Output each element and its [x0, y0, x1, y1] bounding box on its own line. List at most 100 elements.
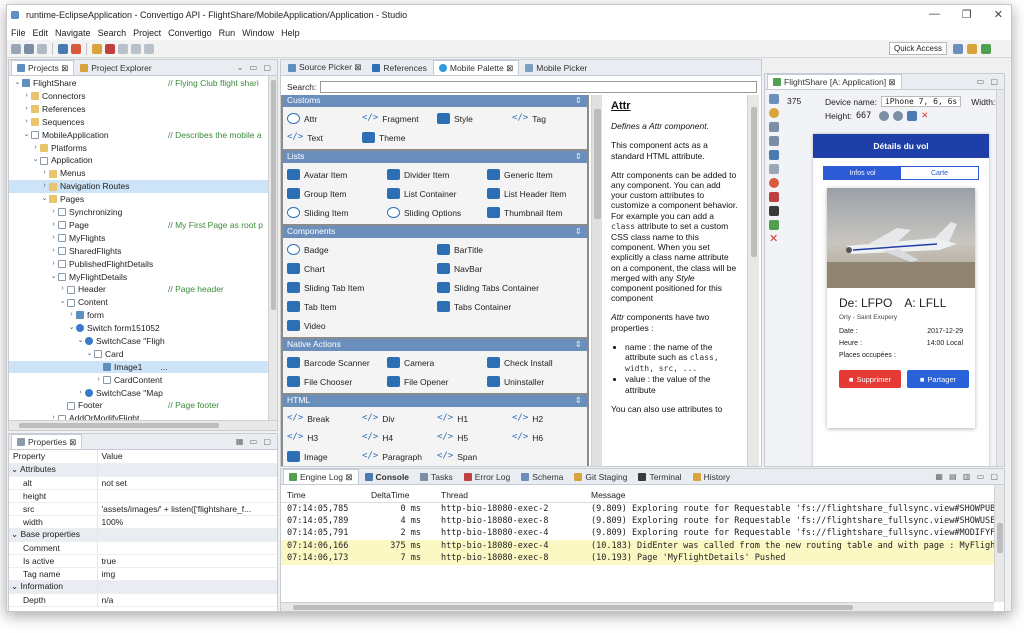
palette-section-header[interactable]: Lists ⇕ [283, 151, 587, 163]
menu-edit[interactable]: Edit [33, 28, 49, 38]
tab-projects[interactable]: Projects ⊠ [11, 60, 75, 75]
palette-item[interactable]: Sliding Tabs Container [437, 279, 583, 296]
menu-run[interactable]: Run [219, 28, 236, 38]
mobile-scrollbar[interactable] [996, 90, 1004, 466]
palette-item[interactable]: Sliding Item [287, 204, 383, 221]
save-icon[interactable] [24, 43, 34, 54]
tree-item[interactable]: › Synchronizing [9, 206, 277, 219]
palette-item[interactable]: </> Tag [512, 110, 583, 127]
tree-item[interactable]: › Sequences [9, 116, 277, 129]
tree-scrollbar[interactable] [268, 76, 277, 420]
section-toggle-icon[interactable]: ⇕ [575, 339, 582, 350]
log-row[interactable]: 07:14:05,791 2 ms http-bio-18080-exec-4 (9.… [281, 527, 1004, 540]
inspect-icon[interactable] [769, 150, 779, 160]
palette-item[interactable]: </> Break [287, 410, 358, 427]
expand-icon[interactable]: › [22, 116, 31, 129]
tree-item[interactable]: › CardContent [9, 373, 277, 386]
tree-item[interactable]: ⌄ Content [9, 296, 277, 309]
property-value[interactable] [97, 541, 277, 555]
palette-item[interactable]: Image [287, 448, 358, 465]
console-tab[interactable]: History [687, 470, 736, 484]
palette-item[interactable]: </> H2 [512, 410, 583, 427]
save-all-icon[interactable] [37, 43, 47, 54]
console-hscroll-thumb[interactable] [293, 605, 853, 610]
property-row[interactable]: src'assets/images/' + listen(['flightsha… [9, 502, 277, 516]
property-value[interactable]: n/a [97, 593, 277, 607]
tab-source-picker[interactable]: Source Picker ⊠ [283, 60, 367, 75]
palette-section-header[interactable]: Customs ⇕ [283, 95, 587, 107]
stop-icon[interactable] [105, 43, 115, 54]
palette-item[interactable]: </> Span [437, 448, 508, 465]
maximize-button[interactable]: ❐ [962, 8, 972, 21]
property-row[interactable]: Is active true [9, 554, 277, 568]
tree-item[interactable]: › form [9, 309, 277, 322]
console-hscrollbar[interactable] [281, 602, 994, 611]
palette-item[interactable]: Avatar Item [287, 166, 383, 183]
palette-item[interactable]: </> H4 [362, 429, 433, 446]
menu-project[interactable]: Project [133, 28, 161, 38]
palette-item[interactable]: Uninstaller [487, 373, 583, 390]
property-value[interactable]: true [97, 554, 277, 568]
zoom-in-icon[interactable] [879, 110, 890, 121]
log-row[interactable]: 07:14:06,166 375 ms http-bio-18080-exec-4(… [281, 539, 1004, 552]
expand-icon[interactable]: › [49, 219, 58, 232]
section-toggle-icon[interactable]: ⇕ [575, 95, 582, 106]
tree-item[interactable]: Image1... [9, 360, 277, 374]
tree-item[interactable]: ⌄ FlightShare // Flying Club flight shari [9, 77, 277, 90]
menu-navigate[interactable]: Navigate [55, 28, 91, 38]
collapse-icon[interactable]: ⌄ [13, 77, 22, 90]
property-row[interactable]: Tag name img [9, 567, 277, 581]
expand-icon[interactable]: › [49, 206, 58, 219]
palette-item[interactable]: Group Item [287, 185, 383, 202]
palette-scrollbar[interactable] [591, 95, 602, 466]
tree-item[interactable]: ⌄ Application [9, 154, 277, 167]
palette-item[interactable]: BarTitle [437, 241, 583, 258]
property-row[interactable]: alt not set [9, 476, 277, 490]
tree-item[interactable]: › SharedFlights [9, 245, 277, 258]
console-tab[interactable]: Tasks [415, 470, 458, 484]
property-group[interactable]: ⌄ Attributes [9, 463, 277, 477]
palette-item[interactable]: Attr [287, 110, 358, 127]
palette-item[interactable]: Tabs Container [437, 298, 583, 315]
palette-item[interactable]: List Header Item [487, 185, 583, 202]
section-toggle-icon[interactable]: ⇕ [575, 395, 582, 406]
section-toggle-icon[interactable]: ⇕ [575, 226, 582, 237]
palette-item[interactable]: Theme [362, 129, 433, 146]
collapse-icon[interactable]: ⌄ [40, 193, 49, 206]
tree-item[interactable]: › Menus [9, 167, 277, 180]
run-icon[interactable] [71, 43, 81, 54]
expand-icon[interactable]: › [40, 180, 49, 193]
tree-item[interactable]: ⌄ SwitchCase "Fligh [9, 335, 277, 348]
palette-item[interactable]: Tab Item [287, 298, 433, 315]
property-group[interactable]: ⌄ Base properties [9, 528, 277, 542]
palette-item[interactable]: Badge [287, 241, 433, 258]
collapse-icon[interactable]: ⌄ [76, 335, 85, 348]
tree-item[interactable]: Footer // Page footer [9, 399, 277, 412]
palette-item[interactable]: </> Div [362, 410, 433, 427]
palette-section-header[interactable]: HTML ⇕ [283, 395, 587, 407]
collapse-icon[interactable]: ⌄ [31, 154, 40, 167]
palette-item[interactable]: Video [287, 317, 433, 334]
collapse-icon[interactable]: ⌄ [85, 348, 94, 361]
console-scroll-thumb[interactable] [997, 523, 1003, 553]
palette-item[interactable]: </> Paragraph [362, 448, 433, 465]
settings-icon[interactable] [769, 220, 779, 230]
property-row[interactable]: Comment [9, 541, 277, 555]
palette-item[interactable]: </> H3 [287, 429, 358, 446]
segment-infos-vol[interactable]: Infos vol [824, 167, 901, 179]
palette-item[interactable]: Camera [387, 354, 483, 371]
palette-item[interactable]: NavBar [437, 260, 583, 277]
console-tab[interactable]: Git Staging [569, 470, 633, 484]
tree-item[interactable]: › Platforms [9, 141, 277, 154]
build-icon[interactable] [769, 206, 779, 216]
forward-icon[interactable] [131, 43, 141, 54]
log-row[interactable]: 07:14:05,789 4 ms http-bio-18080-exec-8 (9.… [281, 515, 1004, 528]
property-value[interactable]: 'assets/images/' + listen(['flightshare_… [97, 502, 277, 516]
delete-icon[interactable]: ✕ [769, 234, 783, 245]
palette-item[interactable]: Divider Item [387, 166, 483, 183]
palette-item[interactable]: Chart [287, 260, 433, 277]
tree-item[interactable]: ⌄ MobileApplication // Describes the mobil… [9, 129, 277, 142]
expand-icon[interactable]: › [49, 258, 58, 271]
delete-button[interactable]: ■ Supprimer [839, 370, 901, 388]
save-device-icon[interactable] [907, 110, 918, 121]
